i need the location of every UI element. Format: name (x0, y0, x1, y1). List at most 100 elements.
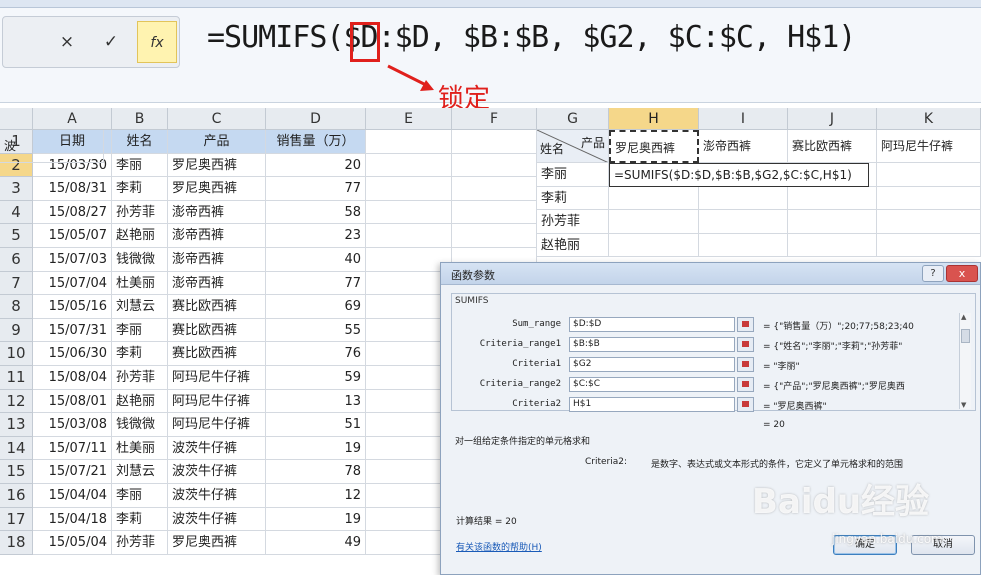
product-header-cell[interactable]: 罗尼奥西裤 (609, 130, 699, 164)
row-header-15[interactable]: 15 (0, 460, 33, 484)
name-row-cell[interactable]: 赵艳丽 (537, 233, 609, 258)
arg-input[interactable]: $C:$C (569, 377, 735, 392)
column-header-e[interactable]: E (366, 108, 452, 130)
table-cell[interactable]: 15/05/07 (33, 224, 112, 248)
help-button[interactable]: ? (922, 265, 944, 282)
table-cell[interactable]: 78 (266, 460, 366, 484)
row-header-11[interactable]: 11 (0, 366, 33, 390)
empty-cell[interactable] (366, 224, 452, 248)
empty-cell[interactable] (877, 233, 981, 258)
table-cell[interactable]: 赛比欧西裤 (168, 318, 266, 343)
table-cell[interactable]: 49 (266, 531, 366, 555)
row-header-7[interactable]: 7 (0, 271, 33, 296)
table-cell[interactable]: 15/08/27 (33, 200, 112, 225)
empty-cell[interactable] (699, 233, 788, 258)
row-header-8[interactable]: 8 (0, 295, 33, 319)
table-cell[interactable]: 澎帝西裤 (168, 248, 266, 272)
formula-input[interactable]: =SUMIFS($D:$D, $B:$B, $G2, $C:$C, H$1) (207, 20, 856, 55)
empty-cell[interactable] (699, 186, 788, 211)
row-header-13[interactable]: 13 (0, 413, 33, 437)
table-cell[interactable]: 罗尼奥西裤 (168, 531, 266, 555)
column-header-d[interactable]: D (266, 108, 366, 130)
table-cell[interactable]: 69 (266, 295, 366, 319)
cancel-icon[interactable]: × (47, 25, 87, 59)
table-cell[interactable]: 波茨牛仔裤 (168, 507, 266, 532)
table-cell[interactable]: 罗尼奥西裤 (168, 177, 266, 201)
table-cell[interactable]: 赛比欧西裤 (168, 342, 266, 366)
table-cell[interactable]: 钱微微 (112, 413, 168, 437)
scroll-thumb[interactable] (961, 329, 970, 343)
table-cell[interactable]: 杜美丽 (112, 271, 168, 296)
table-cell[interactable]: 杜美丽 (112, 436, 168, 461)
table-cell[interactable]: 15/07/11 (33, 436, 112, 461)
diagonal-header-cell[interactable]: 产品 姓名 (537, 130, 609, 164)
empty-cell[interactable] (877, 186, 981, 211)
empty-cell[interactable] (788, 233, 877, 258)
product-header-cell[interactable]: 赛比欧西裤 (788, 130, 877, 164)
table-cell[interactable]: 15/04/04 (33, 484, 112, 508)
table-cell[interactable]: 59 (266, 366, 366, 390)
table-cell[interactable]: 波茨牛仔裤 (168, 484, 266, 508)
table-cell[interactable]: 15/06/30 (33, 342, 112, 366)
row-header-4[interactable]: 4 (0, 200, 33, 225)
table-cell[interactable]: 15/04/18 (33, 507, 112, 532)
range-select-icon[interactable] (737, 317, 754, 332)
table-cell[interactable]: 李丽 (112, 318, 168, 343)
enter-icon[interactable]: ✓ (91, 25, 131, 59)
name-row-cell[interactable]: 李莉 (537, 186, 609, 211)
scroll-down-icon[interactable]: ▼ (961, 401, 966, 409)
table-cell[interactable]: 15/07/03 (33, 248, 112, 272)
table-cell[interactable]: 阿玛尼牛仔裤 (168, 366, 266, 390)
row-header-9[interactable]: 9 (0, 318, 33, 343)
table-cell[interactable]: 孙芳菲 (112, 366, 168, 390)
empty-cell[interactable] (877, 163, 981, 187)
column-header-b[interactable]: B (112, 108, 168, 130)
empty-cell[interactable] (877, 210, 981, 234)
table-cell[interactable]: 阿玛尼牛仔裤 (168, 389, 266, 414)
empty-cell[interactable] (788, 210, 877, 234)
table-cell[interactable]: 15/08/31 (33, 177, 112, 201)
table-cell[interactable]: 波茨牛仔裤 (168, 460, 266, 484)
range-select-icon[interactable] (737, 397, 754, 412)
arg-input[interactable]: $G2 (569, 357, 735, 372)
empty-cell[interactable] (699, 210, 788, 234)
table-cell[interactable]: 23 (266, 224, 366, 248)
table-cell[interactable]: 76 (266, 342, 366, 366)
column-header-f[interactable]: F (452, 108, 537, 130)
empty-cell[interactable] (366, 130, 452, 154)
table-cell[interactable]: 40 (266, 248, 366, 272)
empty-cell[interactable] (788, 186, 877, 211)
range-select-icon[interactable] (737, 337, 754, 352)
product-header-cell[interactable]: 澎帝西裤 (699, 130, 788, 164)
column-header-a[interactable]: A (33, 108, 112, 130)
table-cell[interactable]: 阿玛尼牛仔裤 (168, 413, 266, 437)
function-help-link[interactable]: 有关该函数的帮助(H) (456, 540, 542, 553)
table-cell[interactable]: 刘慧云 (112, 460, 168, 484)
table-cell[interactable]: 77 (266, 177, 366, 201)
table-cell[interactable]: 李丽 (112, 153, 168, 178)
row-header-16[interactable]: 16 (0, 484, 33, 508)
column-header-i[interactable]: I (699, 108, 788, 130)
row-header-14[interactable]: 14 (0, 436, 33, 461)
arg-input[interactable]: $B:$B (569, 337, 735, 352)
table-cell[interactable]: 澎帝西裤 (168, 224, 266, 248)
table-cell[interactable]: 赵艳丽 (112, 389, 168, 414)
table-cell[interactable]: 孙芳菲 (112, 531, 168, 555)
table-cell[interactable]: 李丽 (112, 484, 168, 508)
table-cell[interactable]: 13 (266, 389, 366, 414)
table-cell[interactable]: 15/08/01 (33, 389, 112, 414)
row-header-12[interactable]: 12 (0, 389, 33, 414)
table-cell[interactable]: 孙芳菲 (112, 200, 168, 225)
name-row-cell[interactable]: 孙芳菲 (537, 210, 609, 234)
table-cell[interactable]: 15/07/04 (33, 271, 112, 296)
name-row-cell[interactable]: 李丽 (537, 163, 609, 187)
close-button[interactable]: x (946, 265, 978, 282)
table-cell[interactable]: 李莉 (112, 507, 168, 532)
row-header-10[interactable]: 10 (0, 342, 33, 366)
table-header-cell[interactable]: 姓名 (112, 130, 168, 154)
table-cell[interactable]: 15/07/21 (33, 460, 112, 484)
insert-function-button[interactable]: fx (137, 21, 177, 63)
table-cell[interactable]: 李莉 (112, 177, 168, 201)
row-header-3[interactable]: 3 (0, 177, 33, 201)
table-cell[interactable]: 15/08/04 (33, 366, 112, 390)
